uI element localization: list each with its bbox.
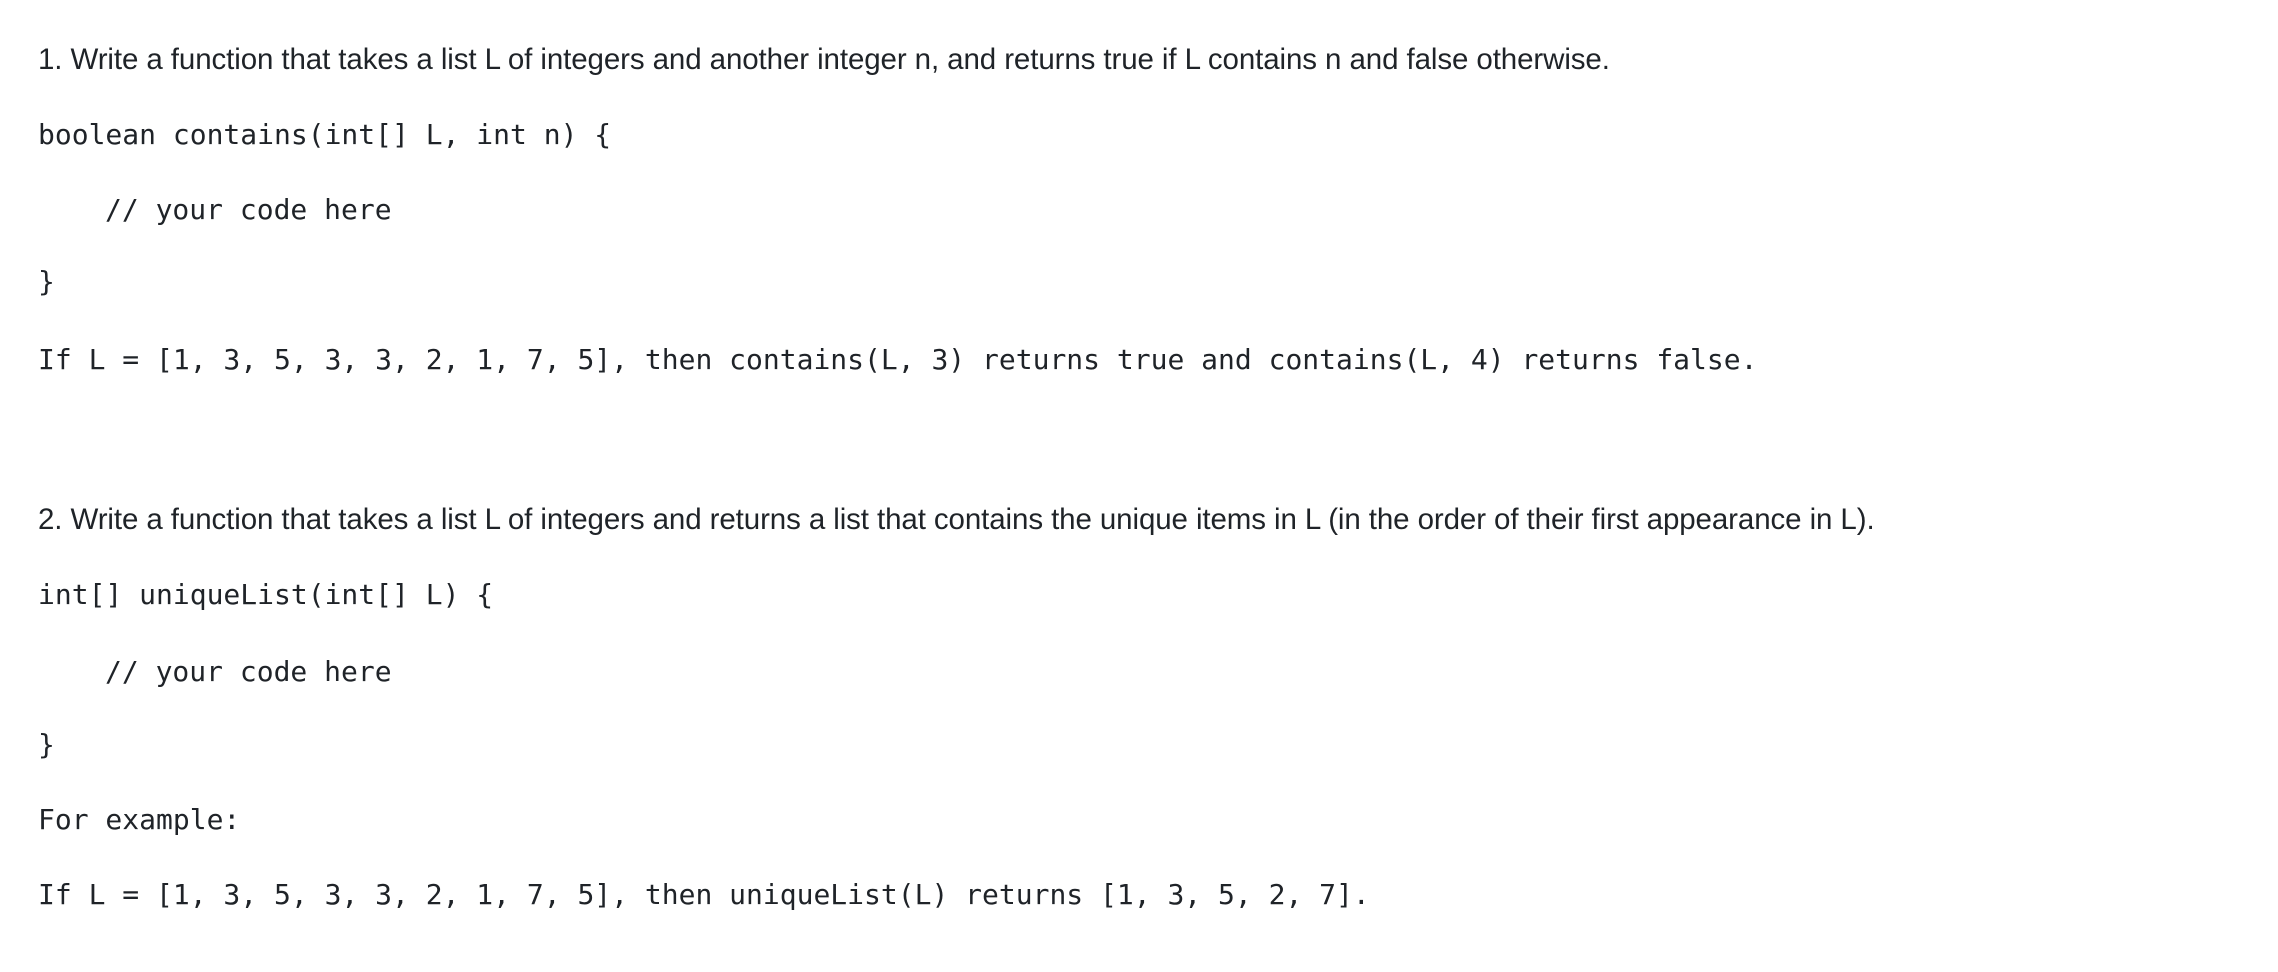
question-2-closing-brace: } [38, 728, 55, 761]
question-2-body-comment: // your code here [105, 655, 392, 688]
question-1-example: If L = [1, 3, 5, 3, 3, 2, 1, 7, 5], then… [38, 343, 1758, 376]
question-1-closing-brace: } [38, 265, 55, 298]
question-2-signature: int[] uniqueList(int[] L) { [38, 578, 494, 611]
question-2-example: If L = [1, 3, 5, 3, 3, 2, 1, 7, 5], then… [38, 878, 1370, 911]
question-1-body-comment: // your code here [105, 193, 392, 226]
question-1-signature: boolean contains(int[] L, int n) { [38, 118, 612, 151]
question-1-prompt: 1. Write a function that takes a list L … [38, 43, 1610, 76]
question-2-prompt: 2. Write a function that takes a list L … [38, 503, 1875, 536]
question-2-example-intro: For example: [38, 803, 241, 836]
